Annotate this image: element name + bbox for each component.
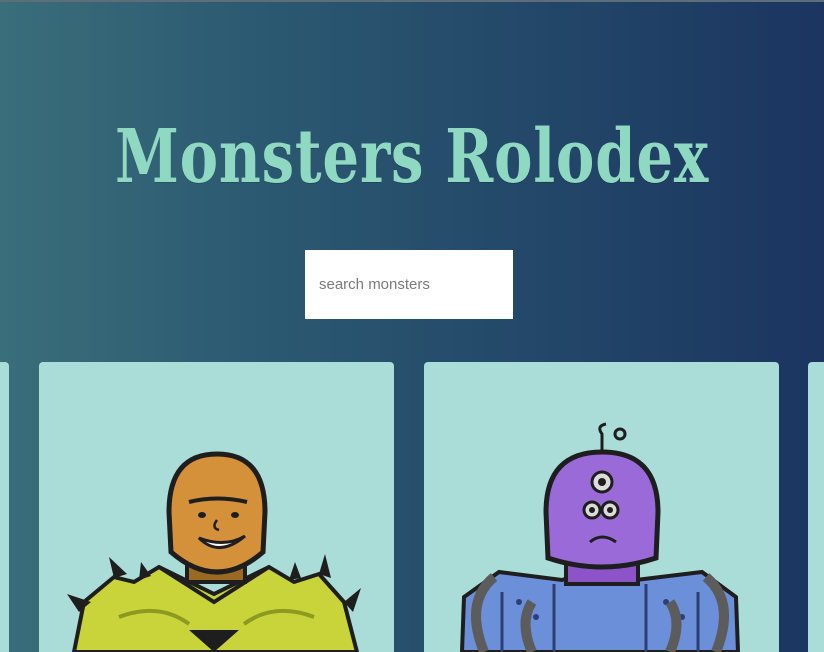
page-title: Monsters Rolodex: [114, 113, 710, 200]
monster-card-partial-left[interactable]: [0, 362, 9, 652]
yellow-armored-monster-avatar: [67, 451, 361, 652]
purple-three-eyed-robot-monster-avatar: [459, 422, 741, 652]
monster-card-partial-right[interactable]: [808, 362, 824, 652]
monster-card[interactable]: [424, 362, 779, 652]
window-top-border: [0, 0, 824, 2]
search-monsters-input[interactable]: [305, 250, 513, 319]
monster-card[interactable]: [39, 362, 394, 652]
